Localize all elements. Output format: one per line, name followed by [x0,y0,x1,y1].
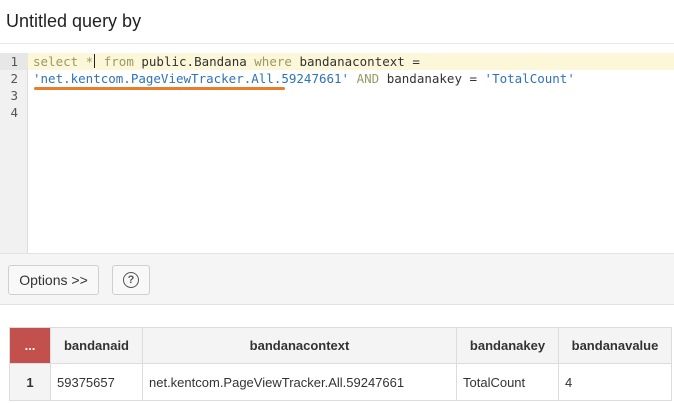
line-number: 1 [10,54,18,69]
highlight-underline [34,87,285,90]
results-menu-button[interactable]: ... [9,327,51,364]
column-expression: bandanakey = [379,71,485,86]
row-number: 1 [9,363,51,401]
query-title[interactable]: Untitled query by [6,11,141,32]
table-cell[interactable]: TotalCount [456,363,559,401]
keyword-and: AND [349,71,380,86]
results-table: ... bandanaid bandanacontext bandanakey … [9,327,672,401]
table-name: public.Bandana [133,54,255,69]
line-number-gutter: 1 2 3 4 [0,53,28,253]
column-header[interactable]: bandanaid [50,327,143,364]
query-title-bar: Untitled query by [0,0,674,44]
table-row[interactable]: 1 59375657 net.kentcom.PageViewTracker.A… [9,363,672,401]
string-literal-context: 'net.kentcom.PageViewTracker.All.5924766… [33,71,350,86]
table-cell[interactable]: net.kentcom.PageViewTracker.All.59247661 [142,363,457,401]
line-number: 4 [10,105,18,120]
line-number: 3 [10,88,18,103]
column-header[interactable]: bandanavalue [558,327,672,364]
help-button[interactable]: ? [112,265,150,295]
keyword-select: select * [33,54,94,69]
column-header[interactable]: bandanakey [456,327,559,364]
query-toolbar: Options >> ? [0,253,674,305]
table-cell[interactable]: 4 [558,363,672,401]
keyword-from: from [96,54,134,69]
sql-editor[interactable]: 1 2 3 4 select * from public.Bandana whe… [0,53,674,253]
code-line-1[interactable]: select * from public.Bandana where banda… [33,53,420,70]
column-header[interactable]: bandanacontext [142,327,457,364]
string-literal-key: 'TotalCount' [484,71,575,86]
line-number: 2 [10,71,18,86]
help-icon: ? [123,272,139,288]
results-header-row: ... bandanaid bandanacontext bandanakey … [9,327,672,364]
column-expression: bandanacontext = [291,54,420,69]
code-line-2[interactable]: 'net.kentcom.PageViewTracker.All.5924766… [33,70,575,87]
keyword-where: where [254,54,292,69]
options-button[interactable]: Options >> [8,265,99,295]
table-cell[interactable]: 59375657 [50,363,143,401]
